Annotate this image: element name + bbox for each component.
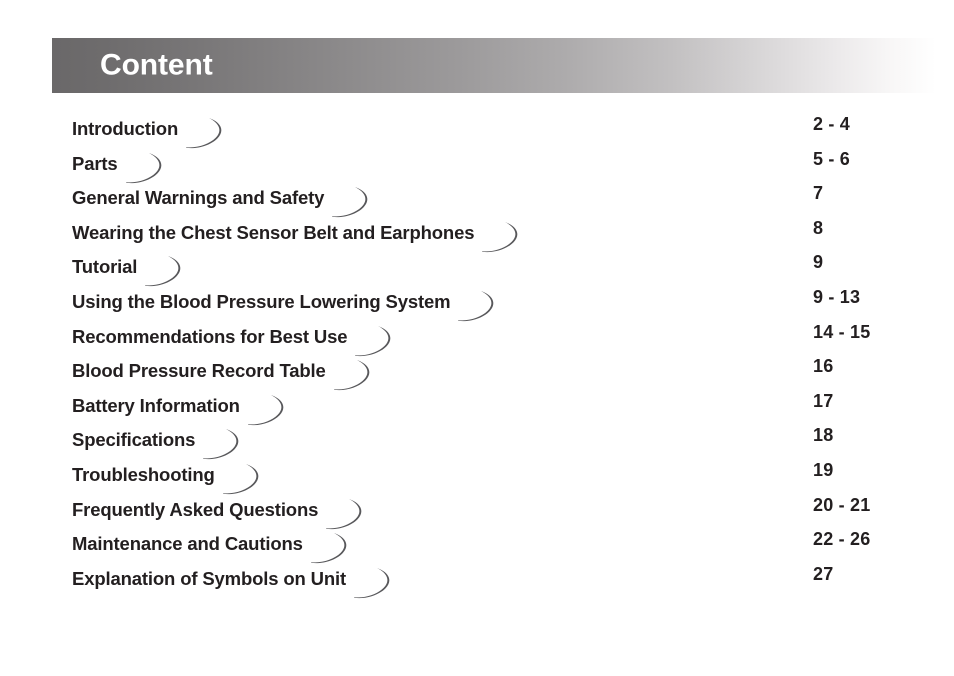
toc-entry-link[interactable]: Explanation of Symbols on Unit [72,562,399,598]
toc-row[interactable]: Troubleshooting 19 [0,458,954,495]
toc-entry-link[interactable]: Introduction [72,112,231,149]
toc-entry-link[interactable]: Recommendations for Best Use [72,320,400,356]
swoosh-flourish-icon [354,324,400,358]
toc-entry-link[interactable]: Specifications [72,423,248,460]
toc-entry-label: Troubleshooting [72,463,215,485]
toc-row[interactable]: Maintenance and Cautions 22 - 26 [0,527,954,564]
toc-entry-label: Parts [72,152,118,174]
toc-entry-link[interactable]: Blood Pressure Record Table [72,354,379,391]
content-page: Content Introduction 2 - 4 Parts 5 - 6 Gener… [0,0,954,676]
toc-row[interactable]: Wearing the Chest Sensor Belt and Earpho… [0,216,954,252]
toc-entry-label: Frequently Asked Questions [72,498,319,520]
swoosh-flourish-icon [144,254,190,288]
swoosh-flourish-icon [202,427,248,461]
toc-entry-label: Blood Pressure Record Table [72,360,326,382]
swoosh-flourish-icon [457,289,503,323]
swoosh-flourish-icon [333,358,379,392]
toc-row[interactable]: Tutorial 9 [0,250,954,287]
toc-entry-link[interactable]: Frequently Asked Questions [72,493,371,529]
toc-entry-label: Using the Blood Pressure Lowering System [72,290,451,312]
toc-entry-label: Battery Information [72,394,240,416]
toc-entry-link[interactable]: General Warnings and Safety [72,181,377,218]
toc-entry-label: Tutorial [72,256,138,278]
toc-entry-link[interactable]: Using the Blood Pressure Lowering System [72,285,503,322]
toc-entry-label: Wearing the Chest Sensor Belt and Earpho… [72,221,475,243]
table-of-contents: Introduction 2 - 4 Parts 5 - 6 General Warni… [0,112,954,598]
toc-row[interactable]: Blood Pressure Record Table 16 [0,354,954,391]
toc-entry-link[interactable]: Wearing the Chest Sensor Belt and Earpho… [72,216,527,252]
toc-entry-link[interactable]: Tutorial [72,250,190,287]
toc-entry-label: General Warnings and Safety [72,187,325,209]
toc-page-number: 22 - 26 [813,529,871,550]
toc-entry-label: Explanation of Symbols on Unit [72,567,347,589]
toc-row[interactable]: Recommendations for Best Use 14 - 15 [0,320,954,356]
toc-page-number: 20 - 21 [813,494,871,515]
toc-page-number: 9 - 13 [813,286,861,307]
toc-page-number: 19 [813,459,834,480]
toc-page-number: 14 - 15 [813,321,871,342]
swoosh-flourish-icon [325,497,371,531]
toc-row[interactable]: Parts 5 - 6 [0,147,954,183]
swoosh-flourish-icon [125,151,171,185]
toc-entry-label: Introduction [72,118,179,139]
toc-page-number: 2 - 4 [813,114,851,134]
toc-page-number: 18 [813,425,834,446]
swoosh-flourish-icon [222,462,268,496]
content-header-banner: Content [52,38,936,93]
swoosh-flourish-icon [310,531,356,565]
toc-page-number: 9 [813,252,824,273]
toc-entry-link[interactable]: Troubleshooting [72,458,268,495]
swoosh-flourish-icon [247,393,293,427]
toc-entry-label: Recommendations for Best Use [72,325,348,347]
toc-entry-link[interactable]: Battery Information [72,389,293,425]
toc-entry-label: Specifications [72,429,196,451]
swoosh-flourish-icon [481,220,527,254]
toc-row[interactable]: Explanation of Symbols on Unit 27 [0,562,954,598]
toc-row[interactable]: General Warnings and Safety 7 [0,181,954,218]
toc-page-number: 7 [813,183,824,204]
page-title: Content [100,47,213,81]
toc-row[interactable]: Specifications 18 [0,423,954,460]
toc-page-number: 16 [813,356,834,377]
toc-page-number: 17 [813,390,834,411]
toc-entry-link[interactable]: Maintenance and Cautions [72,527,356,564]
swoosh-flourish-icon [331,185,377,219]
toc-entry-label: Maintenance and Cautions [72,533,303,555]
toc-entry-link[interactable]: Parts [72,147,171,183]
toc-row[interactable]: Frequently Asked Questions 20 - 21 [0,493,954,529]
toc-page-number: 8 [813,217,824,238]
toc-page-number: 27 [813,563,834,584]
toc-row[interactable]: Introduction 2 - 4 [0,112,954,149]
toc-row[interactable]: Using the Blood Pressure Lowering System… [0,285,954,322]
swoosh-flourish-icon [185,116,231,150]
swoosh-flourish-icon [353,566,399,600]
toc-row[interactable]: Battery Information 17 [0,389,954,425]
toc-page-number: 5 - 6 [813,148,851,169]
